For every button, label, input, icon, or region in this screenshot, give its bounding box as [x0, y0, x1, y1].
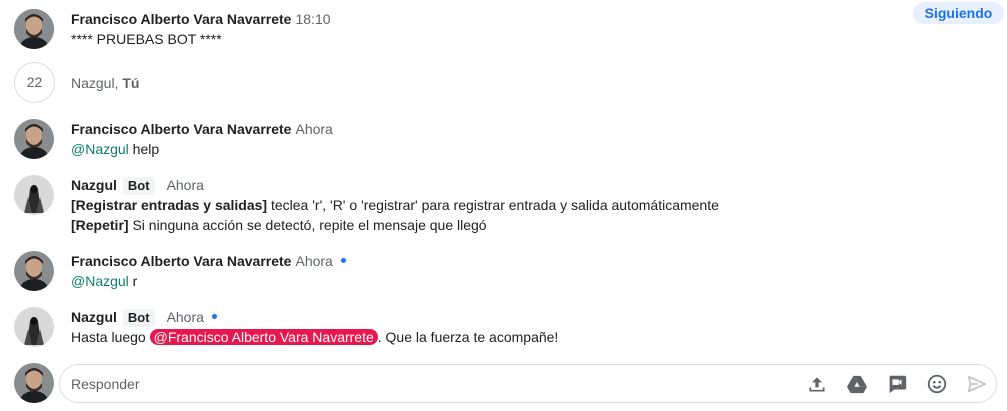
new-message-dot [340, 257, 346, 263]
message-item: Nazgul Bot Ahora [Registrar entradas y sal… [71, 175, 997, 235]
reply-placeholder: Responder [71, 376, 140, 392]
message-body: r [128, 273, 138, 289]
message-item: Nazgul Bot Ahora Hasta luego @Francisco Al… [71, 307, 997, 347]
message-time: Ahora [166, 309, 204, 325]
video-meet-icon[interactable] [884, 371, 910, 397]
message-item: Francisco Alberto Vara Navarrete Ahora @N… [71, 119, 997, 159]
mention-link[interactable]: @Nazgul [71, 141, 129, 157]
message-author[interactable]: Francisco Alberto Vara Navarrete [71, 121, 291, 137]
command-label: [Repetir] [71, 217, 129, 233]
avatar-francisco[interactable] [14, 251, 54, 291]
message-text: @Nazgul r [71, 271, 997, 291]
avatar-nazgul[interactable] [14, 175, 54, 215]
avatar-current-user [14, 363, 54, 403]
reply-toolbar [804, 371, 990, 397]
participant-names: Nazgul, [71, 75, 123, 91]
message-text: Hasta luego @Francisco Alberto Vara Nava… [71, 327, 997, 347]
message-body: help [128, 141, 160, 157]
message-author[interactable]: Francisco Alberto Vara Navarrete [71, 11, 291, 27]
avatar-francisco[interactable] [14, 119, 54, 159]
reply-participants[interactable]: Nazgul, Tú [71, 73, 139, 93]
bot-badge: Bot [122, 177, 155, 195]
message-text: @Nazgul help [71, 139, 997, 159]
command-description: Si ninguna acción se detectó, repite el … [128, 217, 487, 233]
message-text: [Repetir] Si ninguna acción se detectó, … [71, 215, 997, 235]
command-description: teclea 'r', 'R' o 'registrar' para regis… [267, 197, 719, 213]
message-time: 18:10 [295, 11, 331, 27]
emoji-icon[interactable] [924, 371, 950, 397]
message-text: **** PRUEBAS BOT **** [71, 31, 222, 47]
new-message-dot [211, 313, 217, 319]
upload-icon[interactable] [804, 371, 830, 397]
reply-count-badge[interactable]: 22 [14, 62, 55, 103]
avatar-francisco[interactable] [14, 9, 54, 49]
message-body: Hasta luego [71, 329, 150, 345]
send-icon[interactable] [964, 371, 990, 397]
bot-badge: Bot [122, 309, 155, 327]
message-time: Ahora [295, 121, 333, 137]
original-message: Francisco Alberto Vara Navarrete 18:10 **… [71, 9, 997, 49]
mention-me-chip[interactable]: @Francisco Alberto Vara Navarrete [149, 329, 378, 345]
message-time: Ahora [295, 253, 333, 269]
participant-me: Tú [122, 75, 140, 91]
message-author[interactable]: Francisco Alberto Vara Navarrete [71, 253, 291, 269]
message-item: Francisco Alberto Vara Navarrete Ahora @N… [71, 251, 997, 291]
avatar-nazgul[interactable] [14, 307, 54, 347]
mention-link[interactable]: @Nazgul [71, 273, 129, 289]
command-label: [Registrar entradas y salidas] [71, 197, 268, 213]
message-author[interactable]: Nazgul [71, 309, 117, 325]
message-author[interactable]: Nazgul [71, 177, 117, 193]
message-time: Ahora [166, 177, 204, 193]
message-text: [Registrar entradas y salidas] teclea 'r… [71, 195, 997, 215]
drive-icon[interactable] [844, 371, 870, 397]
reply-input[interactable]: Responder [59, 364, 997, 403]
message-body: . Que la fuerza te acompañe! [377, 329, 559, 345]
